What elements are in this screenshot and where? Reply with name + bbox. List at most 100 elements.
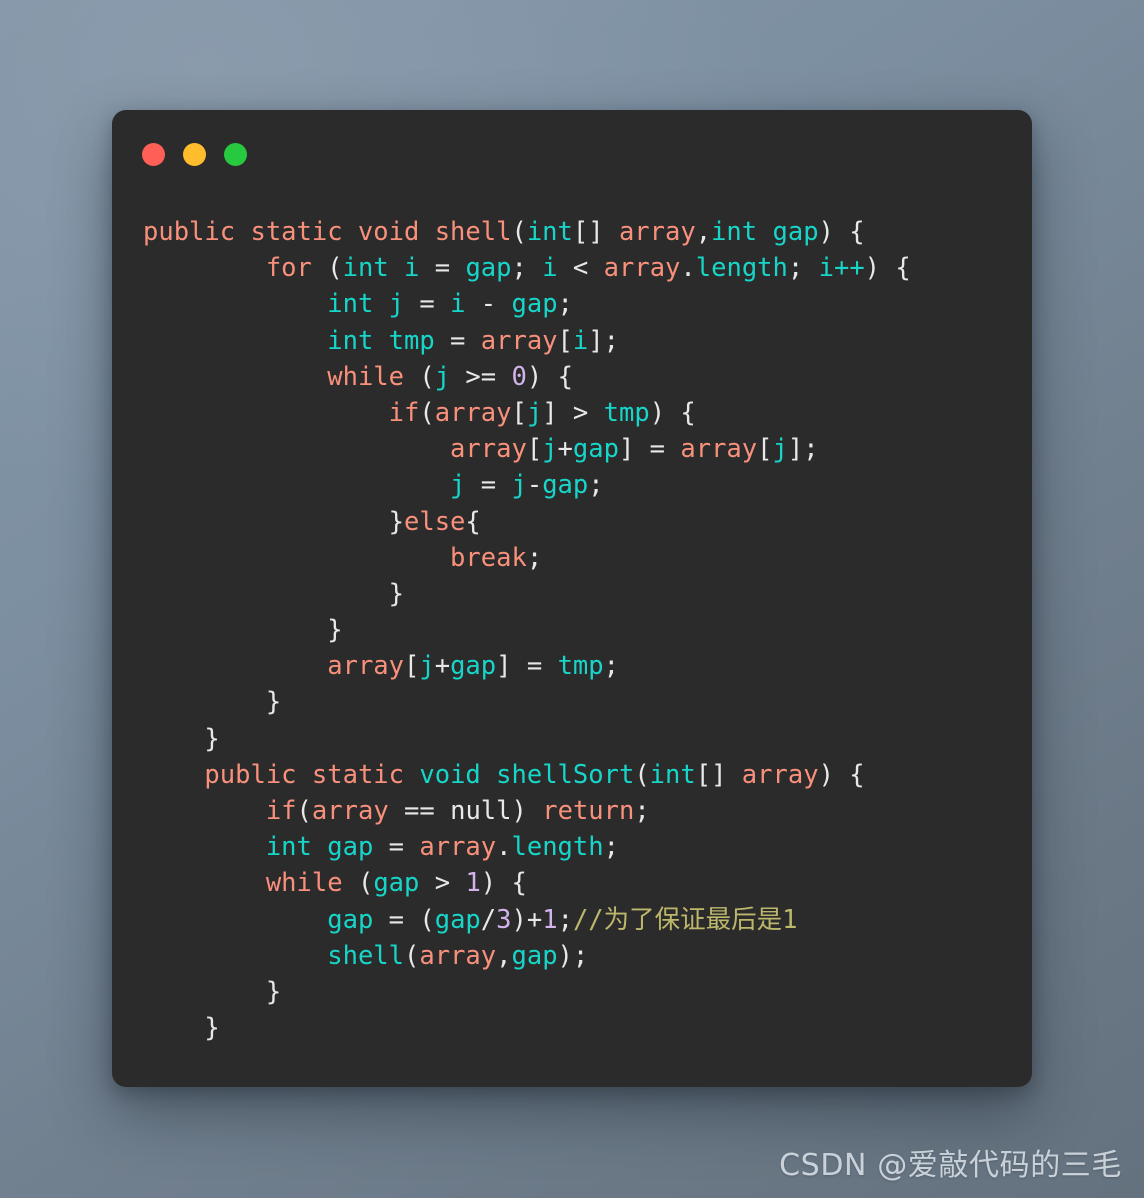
code-token: ( [404, 361, 435, 392]
code-token: length [511, 832, 604, 863]
code-token: ] > [542, 397, 604, 428]
code-line: if(array == null) return; [143, 793, 1023, 829]
code-token: ; [588, 470, 604, 501]
maximize-button-icon[interactable] [224, 143, 247, 166]
code-token: < [557, 253, 604, 284]
code-token: 1 [465, 868, 481, 899]
code-token: ; [603, 832, 619, 863]
code-line: int j = i - gap; [143, 286, 1023, 322]
close-button-icon[interactable] [142, 143, 165, 166]
code-token: - [465, 289, 512, 320]
code-line: shell(array,gap); [143, 938, 1023, 974]
code-token: gap [373, 868, 420, 899]
code-token: if [265, 796, 297, 826]
code-token: . [680, 253, 696, 284]
code-snippet-window: public static void shell(int[] array,int… [112, 110, 1032, 1087]
code-token: for [265, 253, 312, 284]
code-token: array [419, 940, 497, 971]
code-line: break; [143, 540, 1023, 576]
code-token: int gap [265, 832, 374, 863]
code-token: = [419, 253, 466, 284]
code-token: ( [511, 217, 527, 247]
code-line: } [143, 1010, 1023, 1046]
code-token: [ [404, 651, 420, 682]
code-token: gap [450, 651, 497, 682]
code-token: public static void shell [143, 217, 512, 247]
code-line: } [143, 721, 1023, 757]
code-line: public static void shell(int[] array,int… [143, 214, 1023, 250]
code-line: array[j+gap] = array[j]; [143, 431, 1023, 467]
window-titlebar [112, 110, 1032, 200]
traffic-light-buttons [142, 143, 247, 166]
code-token: - [526, 470, 543, 501]
code-token: int gap [711, 217, 819, 247]
code-token: + [557, 434, 573, 465]
code-token: ( [419, 397, 435, 428]
code-token: [ [526, 434, 543, 465]
code-token: break [450, 542, 527, 573]
code-line: int gap = array.length; [143, 829, 1023, 865]
code-token: array [480, 325, 558, 356]
code-token: ) { [649, 397, 696, 428]
code-token: )+ [511, 904, 543, 935]
code-token: int [526, 217, 573, 247]
code-token: ]; [588, 325, 619, 356]
code-token: ]; [787, 434, 819, 465]
code-token: ( [404, 940, 420, 971]
code-token: array [450, 434, 527, 465]
code-token: = [404, 289, 451, 320]
code-line: j = j-gap; [143, 467, 1023, 503]
code-token: ; [634, 796, 650, 826]
code-token: } [143, 687, 282, 718]
code-line: int tmp = array[i]; [143, 323, 1023, 359]
code-line: } [143, 576, 1023, 612]
code-token: j [434, 361, 451, 392]
minimize-button-icon[interactable] [183, 143, 206, 166]
code-token: array [741, 759, 819, 790]
code-token: j [526, 397, 543, 428]
code-token: ) { [818, 759, 865, 790]
code-token: int [649, 759, 696, 790]
code-token: int tmp [327, 325, 435, 356]
code-line: while (j >= 0) { [143, 359, 1023, 395]
code-token: null [450, 796, 512, 826]
code-token: void shellSort [419, 759, 635, 790]
code-token: ( [634, 759, 650, 790]
code-token: j [450, 470, 466, 501]
code-token: = [373, 832, 420, 863]
code-token: public static [204, 759, 405, 790]
code-token: j [511, 470, 527, 501]
code-line: gap = (gap/3)+1;//为了保证最后是1 [143, 902, 1023, 938]
code-token: array [618, 217, 696, 247]
code-token: tmp [557, 651, 604, 682]
code-token: ) { [864, 253, 911, 284]
code-token: j [772, 434, 788, 465]
code-token: ; [557, 289, 573, 320]
code-token: return [542, 796, 635, 826]
code-block[interactable]: public static void shell(int[] array,int… [143, 214, 1023, 1046]
code-token: [ [511, 397, 527, 428]
code-token: ( [342, 868, 374, 899]
code-token: [] [572, 217, 619, 247]
code-token: ; [511, 253, 543, 284]
code-token: / [480, 904, 497, 935]
code-token: gap [572, 434, 619, 465]
code-token: length [695, 253, 788, 284]
code-line: while (gap > 1) { [143, 865, 1023, 901]
code-token: array [327, 651, 404, 682]
code-line: } [143, 974, 1023, 1010]
code-line: } [143, 684, 1023, 720]
code-token: j [542, 434, 558, 465]
code-line: }else{ [143, 504, 1023, 540]
